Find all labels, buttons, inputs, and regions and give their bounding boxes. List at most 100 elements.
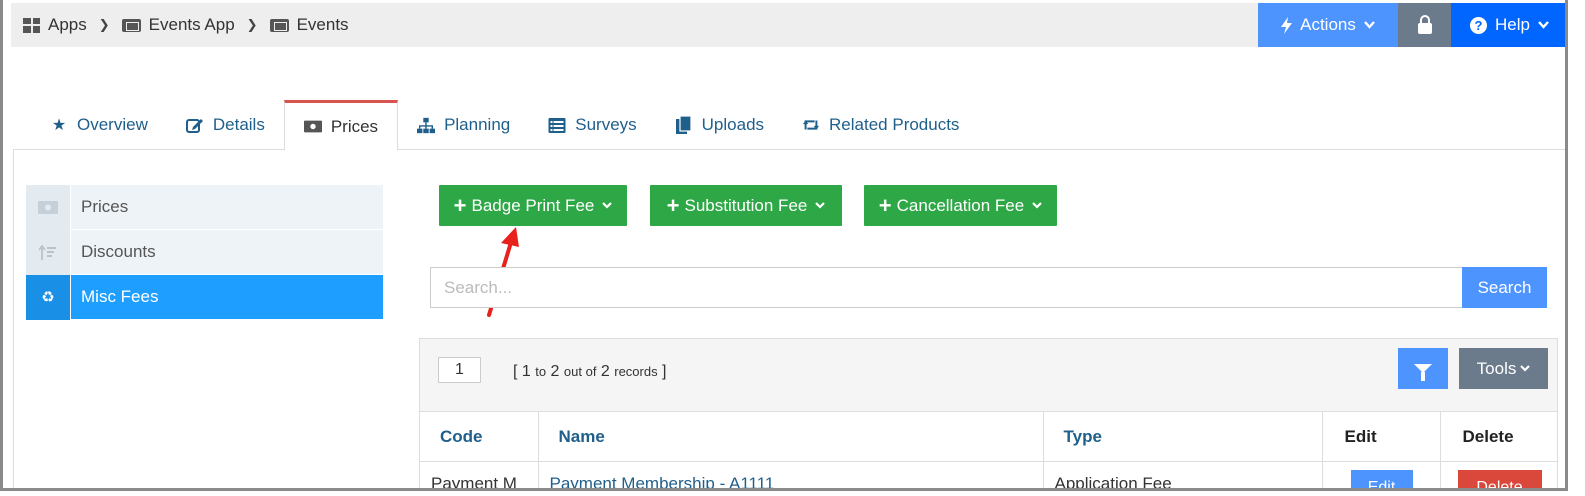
tab-overview[interactable]: ★ Overview (13, 100, 167, 150)
records-to: 2 (550, 363, 560, 380)
tab-label: Overview (77, 115, 148, 134)
tab-label: Prices (330, 116, 379, 136)
delete-button[interactable]: Delete (1457, 470, 1542, 488)
chevron-down-icon (602, 202, 613, 209)
top-bar: Apps ❯ Events App ❯ Events Actions ? Hel… (11, 3, 1565, 47)
tools-button[interactable]: Tools (1459, 348, 1548, 389)
actions-button[interactable]: Actions (1258, 3, 1398, 47)
chevron-down-icon (815, 202, 826, 209)
money-icon (26, 184, 71, 230)
cell-name: Payment Membership - A1111 (538, 461, 1044, 488)
tab-label: Planning (444, 115, 511, 134)
cell-type: Application Fee (1043, 461, 1323, 488)
sitemap-icon (417, 117, 436, 133)
tab-label: Uploads (701, 115, 765, 134)
tab-related-products[interactable]: Related Products (783, 100, 978, 150)
add-badge-print-fee-button[interactable]: + Badge Print Fee (439, 185, 627, 226)
edit-button[interactable]: Edit (1350, 470, 1413, 488)
records-summary: [ 1 to 2 out of 2 records ] (513, 363, 667, 380)
cell-delete: Delete (1440, 462, 1557, 488)
breadcrumb-events-app[interactable]: Events App (121, 15, 235, 35)
records-total: 2 (600, 363, 610, 380)
sort-icon (26, 229, 71, 275)
breadcrumb-label: Events App (148, 15, 235, 34)
sidebar-item-label: Prices (81, 197, 129, 216)
retweet-icon (802, 120, 820, 130)
ticket-icon (121, 18, 141, 32)
tab-details[interactable]: Details (167, 100, 284, 150)
plus-icon: + (453, 192, 467, 218)
breadcrumb-apps[interactable]: Apps (23, 15, 87, 35)
search-input[interactable] (430, 267, 1463, 308)
bolt-icon (1281, 16, 1293, 34)
content-border (13, 150, 14, 488)
button-label: Substitution Fee (684, 195, 808, 215)
sidebar-item-discounts[interactable]: Discounts (26, 229, 383, 275)
chevron-down-icon (1363, 21, 1375, 29)
tab-label: Surveys (575, 115, 637, 134)
actions-label: Actions (1300, 15, 1356, 34)
button-label: Badge Print Fee (471, 195, 595, 215)
records-panel: 1 [ 1 to 2 out of 2 records ] Tools Code… (419, 338, 1558, 488)
button-label: Cancellation Fee (896, 195, 1025, 215)
page-number-input[interactable]: 1 (438, 357, 481, 383)
lock-button[interactable] (1398, 3, 1451, 47)
records-to-word: to (535, 364, 547, 379)
column-header-type[interactable]: Type (1043, 411, 1323, 462)
filter-icon (1414, 364, 1432, 381)
tools-label: Tools (1476, 358, 1517, 378)
help-button[interactable]: ? Help (1451, 3, 1565, 47)
column-header-code[interactable]: Code (420, 411, 539, 462)
add-cancellation-fee-button[interactable]: + Cancellation Fee (864, 185, 1057, 226)
star-icon: ★ (51, 117, 67, 134)
chevron-down-icon (1032, 202, 1042, 209)
search-button[interactable]: Search (1462, 267, 1547, 308)
sidebar-item-label: Misc Fees (81, 287, 159, 306)
table-header-row: Code Name Type Edit Delete (420, 411, 1557, 462)
add-substitution-fee-button[interactable]: + Substitution Fee (650, 185, 842, 226)
ticket-icon (269, 18, 289, 32)
top-actions: Actions ? Help (1258, 3, 1565, 47)
breadcrumb: Apps ❯ Events App ❯ Events (11, 15, 349, 35)
sidebar-item-prices[interactable]: Prices (26, 184, 383, 230)
edit-icon (185, 118, 203, 133)
files-icon (675, 116, 692, 134)
chevron-right-icon: ❯ (246, 17, 258, 32)
breadcrumb-label: Events (296, 15, 349, 34)
chevron-down-icon (1538, 21, 1549, 29)
records-from: 1 (521, 363, 531, 380)
app-window: Apps ❯ Events App ❯ Events Actions ? Hel… (0, 0, 1568, 491)
breadcrumb-events[interactable]: Events (269, 15, 349, 35)
column-header-delete: Delete (1440, 411, 1557, 462)
table-row: Payment M Payment Membership - A1111 App… (420, 461, 1557, 488)
tab-label: Details (212, 115, 265, 134)
tab-label: Related Products (829, 115, 960, 134)
chevron-down-icon (1520, 365, 1531, 372)
records-out-of-word: out of (563, 364, 597, 379)
recycle-icon: ♻ (26, 274, 71, 320)
column-header-name[interactable]: Name (538, 411, 1044, 462)
tab-planning[interactable]: Planning (398, 100, 529, 150)
apps-grid-icon (23, 17, 40, 33)
money-icon (303, 120, 322, 133)
help-label: Help (1495, 15, 1530, 34)
sidebar-item-misc-fees[interactable]: ♻ Misc Fees (26, 274, 383, 320)
column-header-edit: Edit (1322, 411, 1441, 462)
tab-uploads[interactable]: Uploads (656, 100, 783, 150)
chevron-right-icon: ❯ (98, 17, 110, 32)
plus-icon: + (878, 192, 892, 218)
fees-table: Code Name Type Edit Delete Payment M Pay… (420, 411, 1557, 488)
tab-surveys[interactable]: Surveys (529, 100, 655, 150)
cell-edit: Edit (1322, 461, 1441, 488)
lock-icon (1417, 14, 1432, 34)
filter-button[interactable] (1398, 348, 1448, 389)
tab-prices[interactable]: Prices (283, 100, 399, 151)
cell-code: Payment M (420, 461, 539, 488)
sidebar-item-label: Discounts (81, 242, 156, 261)
name-link[interactable]: Payment Membership - A1111 (550, 474, 775, 488)
plus-icon: + (666, 192, 680, 218)
list-icon (548, 117, 566, 133)
records-word: records (614, 364, 658, 379)
side-menu: Prices Discounts ♻ Misc Fees (26, 184, 383, 320)
tab-bar: ★ Overview Details Prices Planning Surve… (13, 100, 1565, 151)
